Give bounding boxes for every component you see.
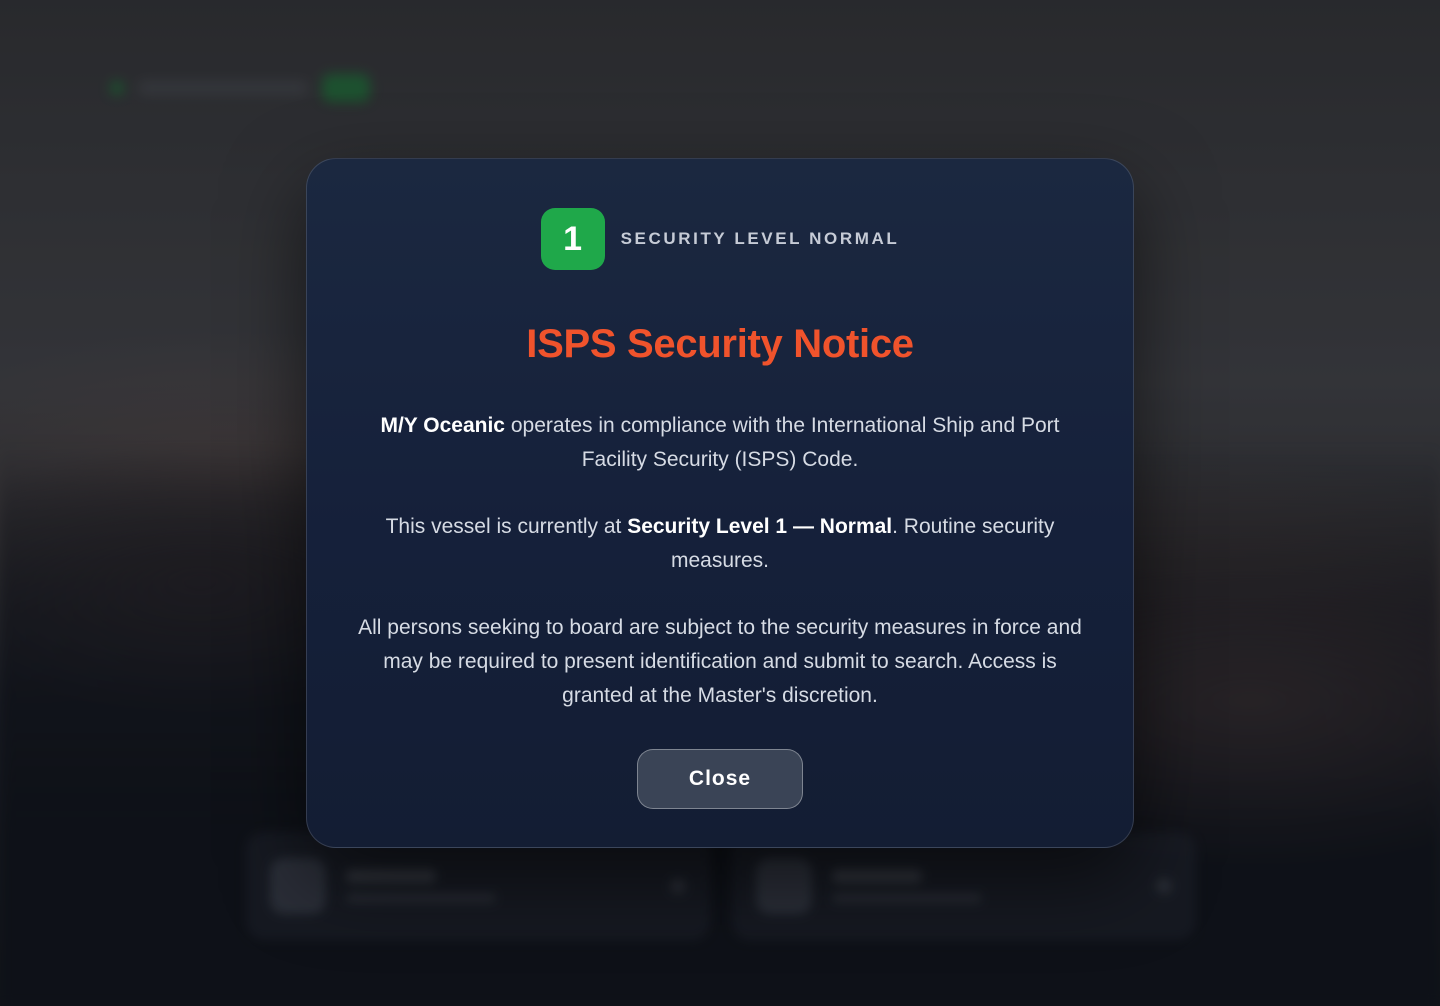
close-button[interactable]: Close — [637, 749, 803, 809]
compliance-paragraph: M/Y Oceanic operates in compliance with … — [350, 409, 1090, 477]
compliance-text: operates in compliance with the Internat… — [505, 414, 1060, 471]
boarding-paragraph: All persons seeking to board are subject… — [358, 616, 1082, 707]
modal-title: ISPS Security Notice — [526, 322, 914, 366]
isps-security-modal: 1 SECURITY LEVEL NORMAL ISPS Security No… — [306, 158, 1134, 848]
security-level-badge: 1 — [540, 208, 605, 270]
security-level-text: Security Level 1 — Normal — [627, 515, 893, 538]
security-level-header: 1 SECURITY LEVEL NORMAL — [540, 208, 900, 270]
level-paragraph: This vessel is currently at Security Lev… — [350, 510, 1090, 578]
vessel-name: M/Y Oceanic — [380, 414, 505, 437]
level-prefix: This vessel is currently at — [385, 515, 628, 538]
security-level-label: SECURITY LEVEL NORMAL — [620, 229, 900, 248]
